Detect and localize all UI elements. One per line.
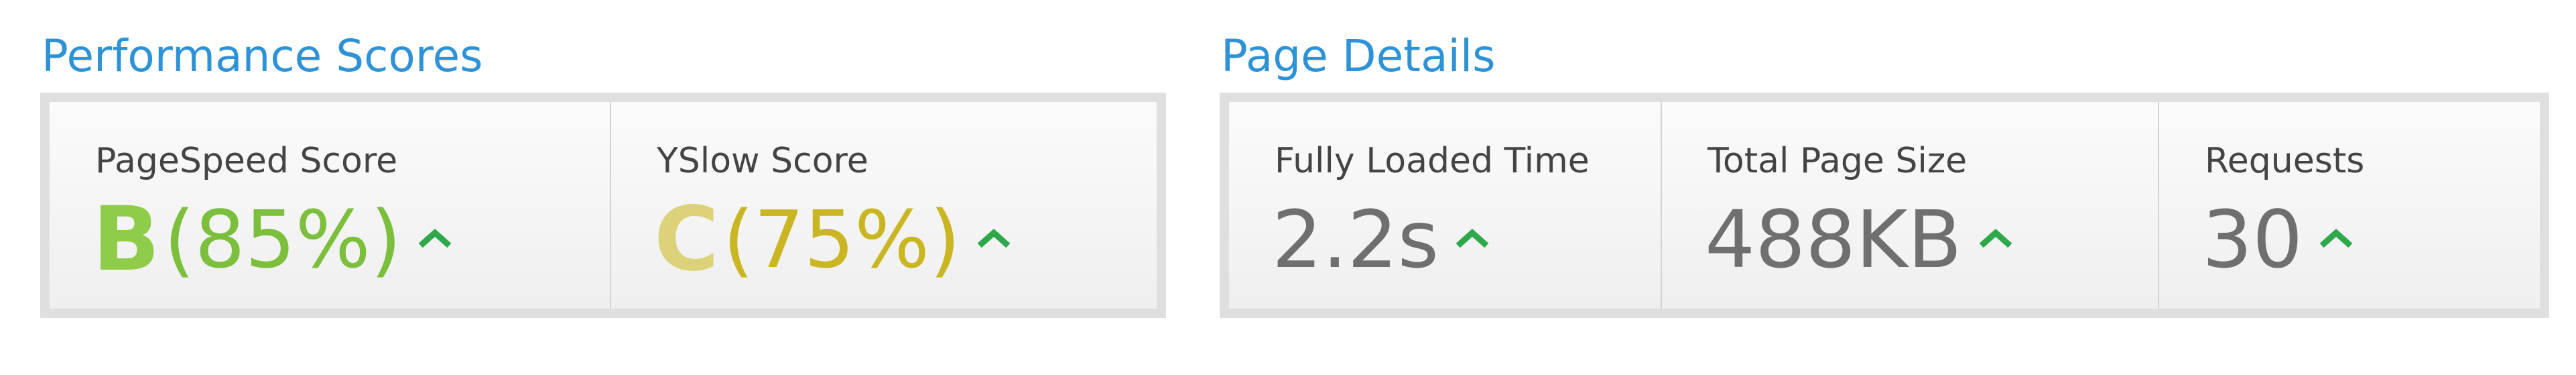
fully-loaded-time-value: 2.2s <box>1272 189 1489 290</box>
pagespeed-percent: (85%) <box>164 193 401 286</box>
caret-up-icon <box>1979 227 2012 248</box>
requests-label: Requests <box>2205 141 2365 181</box>
pagespeed-score-value: B (85%) <box>92 189 451 290</box>
caret-up-icon <box>2320 227 2353 248</box>
yslow-score-value: C (75%) <box>654 188 1011 291</box>
total-page-size-label: Total Page Size <box>1708 141 1968 181</box>
yslow-score-label: YSlow Score <box>657 141 868 181</box>
total-page-size-value: 488KB <box>1705 189 2012 290</box>
yslow-percent: (75%) <box>722 193 961 286</box>
pagespeed-grade: B <box>92 188 160 291</box>
page-details-title: Page Details <box>1221 30 1496 82</box>
fully-loaded-time-card: Fully Loaded Time 2.2s <box>1229 102 1662 309</box>
yslow-grade: C <box>654 188 719 291</box>
fully-loaded-time-number: 2.2s <box>1272 193 1439 286</box>
yslow-score-card: YSlow Score C (75%) <box>611 102 1157 309</box>
caret-up-icon <box>1456 227 1489 248</box>
requests-value: 30 <box>2202 189 2353 290</box>
total-page-size-card: Total Page Size 488KB <box>1662 102 2159 309</box>
caret-up-icon <box>418 227 451 248</box>
pagespeed-score-card: PageSpeed Score B (85%) <box>50 102 611 309</box>
performance-scores-panel: PageSpeed Score B (85%) YSlow Score C (7… <box>40 93 1166 318</box>
caret-up-icon <box>978 227 1011 248</box>
pagespeed-score-label: PageSpeed Score <box>95 141 398 181</box>
fully-loaded-time-label: Fully Loaded Time <box>1275 141 1590 181</box>
requests-card: Requests 30 <box>2159 102 2540 309</box>
total-page-size-number: 488KB <box>1705 193 1962 286</box>
performance-scores-title: Performance Scores <box>42 30 483 82</box>
requests-number: 30 <box>2202 193 2303 286</box>
page-details-panel: Fully Loaded Time 2.2s Total Page Size 4… <box>1220 93 2549 318</box>
